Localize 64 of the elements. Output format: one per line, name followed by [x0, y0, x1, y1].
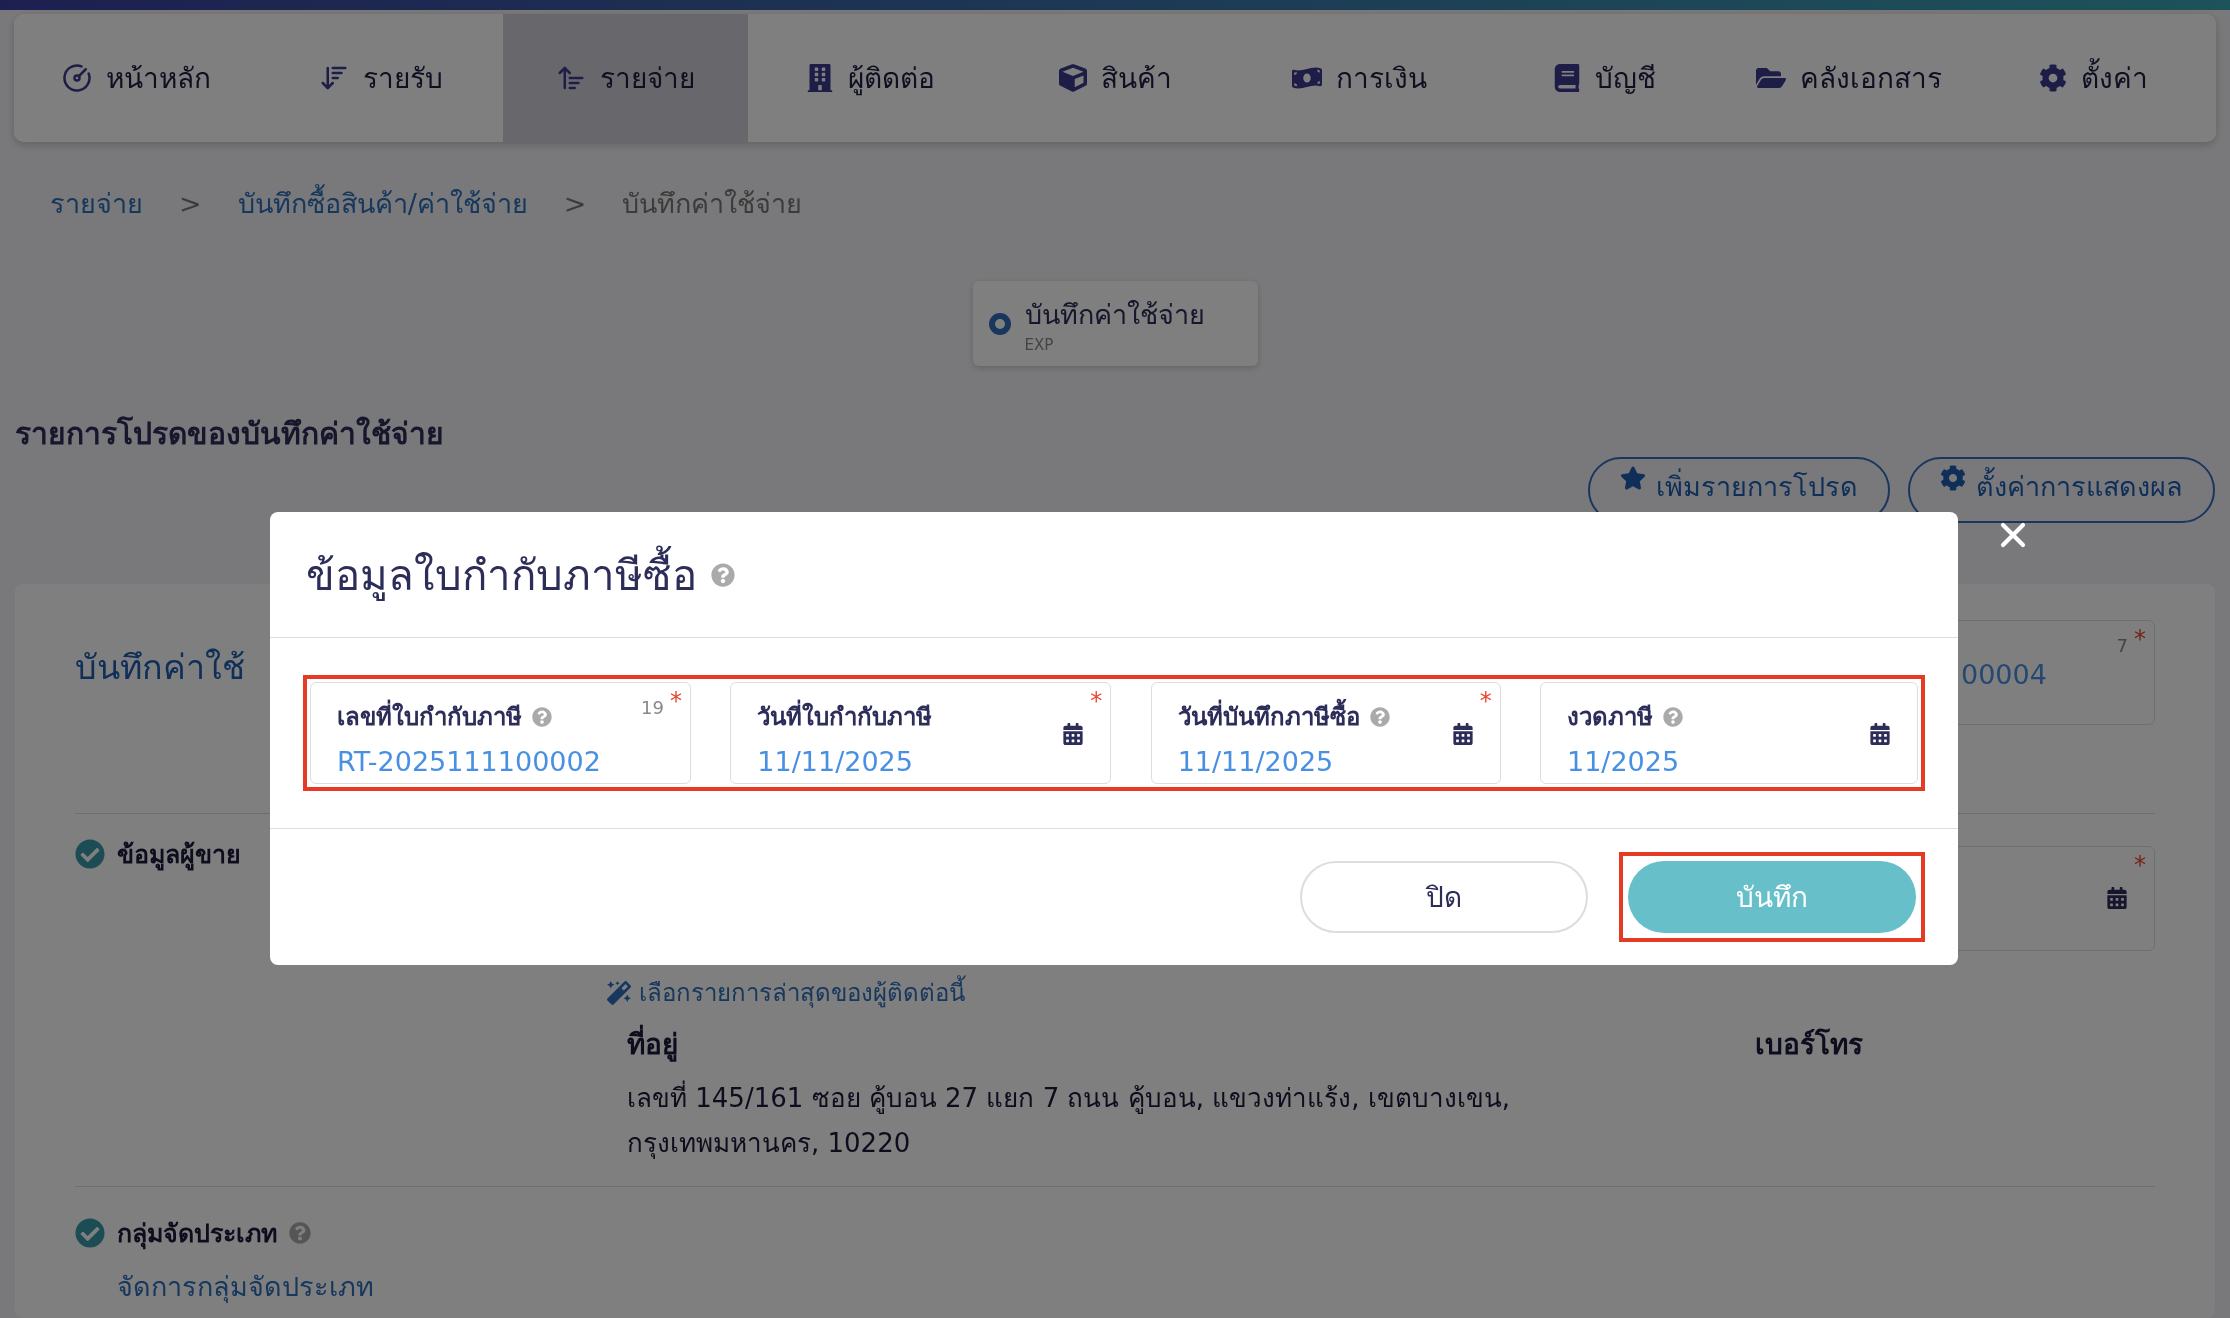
gear-icon — [1940, 465, 1966, 491]
help-icon[interactable] — [289, 1222, 311, 1244]
required-mark: * — [670, 687, 682, 715]
section-heading: กลุ่มจัดประเภท — [117, 1218, 277, 1252]
calendar-icon[interactable] — [1869, 723, 1891, 745]
breadcrumb-link[interactable]: รายจ่าย — [50, 182, 143, 225]
character-counter: 19 — [641, 697, 664, 718]
date-field[interactable]: งวดภาษี 11/2025 — [1540, 682, 1918, 784]
nav-tab[interactable]: ผู้ติดต่อ — [748, 14, 993, 142]
close-button[interactable]: ปิด — [1300, 861, 1588, 933]
required-mark: * — [2134, 851, 2146, 879]
nav-tab[interactable]: สินค้า — [992, 14, 1238, 142]
modal-title: ข้อมูลใบกำกับภาษีซื้อ — [306, 541, 697, 608]
nav-tab[interactable]: คลังเอกสาร — [1726, 14, 1972, 142]
breadcrumb-separator: > — [179, 188, 202, 219]
required-mark: * — [2134, 625, 2146, 653]
calendar-icon[interactable] — [1062, 723, 1085, 745]
help-icon[interactable] — [1663, 706, 1683, 727]
cube-icon — [1058, 64, 1087, 92]
address-label: ที่อยู่ — [607, 1022, 1755, 1066]
book-icon — [1552, 64, 1581, 92]
section-heading: ข้อมูลผู้ขาย — [117, 839, 241, 873]
nav-tab[interactable]: บัญชี — [1482, 14, 1727, 142]
nav-tab[interactable]: รายรับ — [258, 14, 504, 142]
breadcrumb-link[interactable]: บันทึกซื้อสินค้า/ค่าใช้จ่าย — [237, 182, 528, 225]
manage-category-link[interactable]: จัดการกลุ่มจัดประเภท — [75, 1253, 2155, 1308]
address-text: เลขที่ 145/161 ซอย คู้บอน 27 แยก 7 ถนน คู้บอน, แขวงท่าแร้ง, เขตบางเขน, กรุงเทพมหานคร, 10220 — [607, 1076, 1687, 1166]
document-type-code: EXP — [1024, 336, 1055, 354]
date-field[interactable]: วันที่บันทึกภาษีซื้อ 11/11/2025 * — [1150, 682, 1501, 784]
star-icon — [1620, 465, 1646, 491]
radio-button[interactable] — [988, 312, 1011, 335]
help-icon[interactable] — [711, 562, 735, 587]
required-mark: * — [1090, 687, 1103, 715]
section-title: รายการโปรดของบันทึกค่าใช้จ่าย — [14, 415, 445, 453]
nav-tab[interactable]: รายจ่าย — [503, 14, 748, 142]
help-icon[interactable] — [532, 706, 552, 727]
field-value: 11/11/2025 — [1177, 746, 1335, 777]
nav-tab[interactable]: หน้าหลัก — [14, 14, 259, 142]
field-label: เลขที่ใบกำกับภาษี — [337, 697, 522, 736]
calendar-icon[interactable] — [1451, 723, 1474, 745]
date-field[interactable]: วันที่ใบกำกับภาษี 11/11/2025 * — [730, 682, 1112, 784]
field-value: 11/11/2025 — [757, 746, 914, 777]
nav-tab[interactable]: ตั้งค่า — [1971, 14, 2216, 142]
building-icon — [805, 64, 834, 92]
character-counter: 7 — [2116, 635, 2128, 656]
nav-tab[interactable]: การเงิน — [1237, 14, 1483, 142]
field-value: 11/2025 — [1567, 746, 1681, 777]
settings-icon — [2039, 64, 2068, 92]
breadcrumb-separator: > — [563, 188, 587, 219]
help-icon[interactable] — [1369, 706, 1390, 727]
field-label: วันที่ใบกำกับภาษี — [757, 697, 933, 736]
text-field[interactable]: เลขที่ใบกำกับภาษี RT-2025111100002 19 * — [310, 682, 691, 784]
field-label: งวดภาษี — [1567, 702, 1653, 733]
document-type-card[interactable]: บันทึกค่าใช้จ่าย EXP — [972, 281, 1258, 366]
recent-contact-link[interactable]: เลือกรายการล่าสุดของผู้ติดต่อนี้ — [607, 973, 965, 1012]
field-label: วันที่บันทึกภาษีซื้อ — [1177, 697, 1360, 736]
document-type-label: บันทึกค่าใช้จ่าย — [1024, 298, 1205, 332]
gauge-icon — [61, 63, 92, 93]
field-value: RT-2025111100002 — [337, 746, 602, 777]
phone-label: เบอร์โทร — [1755, 1027, 1864, 1063]
form-title: บันทึกค่าใช้ — [75, 646, 245, 689]
required-mark: * — [1479, 687, 1492, 715]
magic-wand-icon — [607, 980, 631, 1005]
breadcrumb-current: บันทึกค่าใช้จ่าย — [622, 187, 803, 221]
